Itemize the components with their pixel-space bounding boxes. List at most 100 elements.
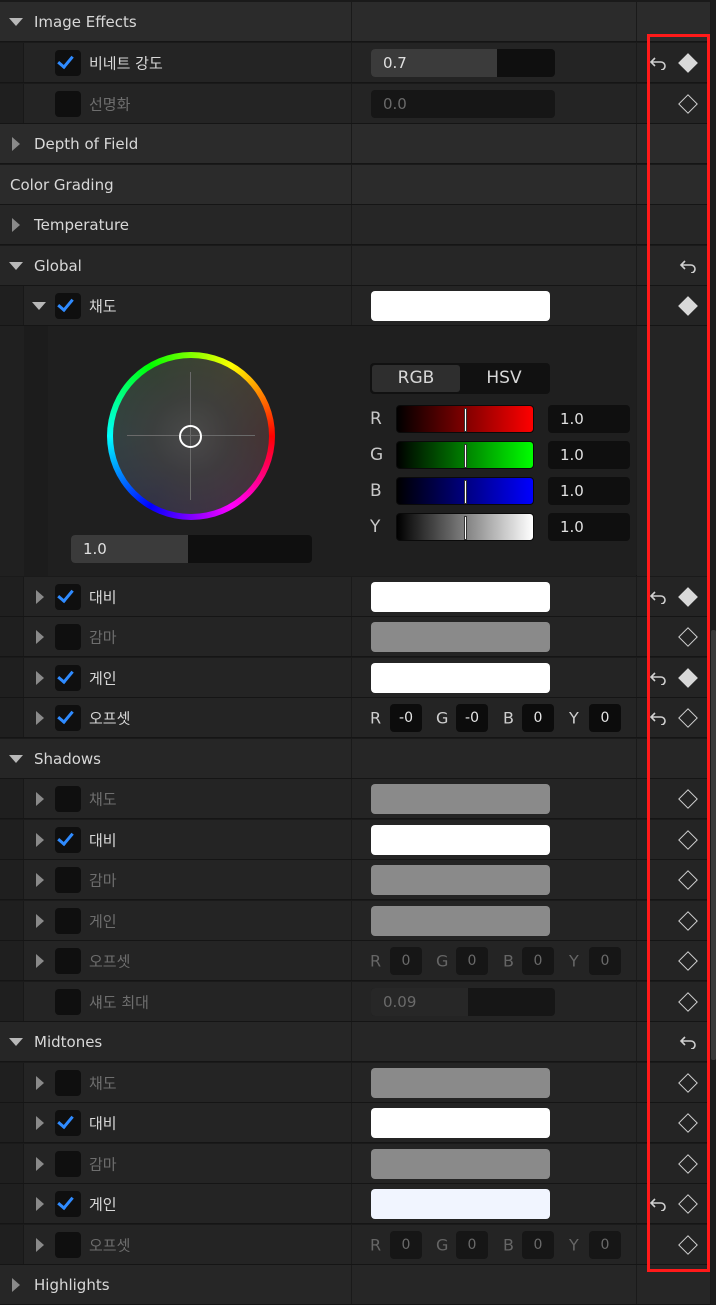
reset-to-default-icon[interactable]	[649, 671, 667, 685]
vignette-checkbox[interactable]	[55, 49, 81, 76]
global-offset-checkbox[interactable]	[55, 704, 81, 731]
channel-value-y[interactable]: 1.0	[548, 513, 630, 541]
expand-arrow-icon[interactable]	[9, 18, 23, 26]
color-swatch[interactable]	[371, 1067, 550, 1098]
midtones-gain-checkbox[interactable]	[55, 1190, 81, 1217]
color-swatch[interactable]	[371, 662, 550, 693]
shadows-saturation-checkbox[interactable]	[55, 785, 81, 812]
expand-arrow-icon[interactable]	[9, 755, 23, 763]
offset-y-field[interactable]: 0	[589, 703, 621, 732]
tab-rgb[interactable]: RGB	[372, 365, 460, 392]
offset-b-field[interactable]: 0	[522, 1230, 554, 1259]
collapse-arrow-icon[interactable]	[36, 590, 44, 604]
color-wheel-handle[interactable]	[179, 425, 202, 448]
channel-value-b[interactable]: 1.0	[548, 477, 630, 505]
reset-to-default-icon[interactable]	[649, 711, 667, 725]
collapse-arrow-icon[interactable]	[12, 218, 20, 232]
reset-to-default-icon[interactable]	[649, 56, 667, 70]
expand-arrow-icon[interactable]	[9, 1038, 23, 1046]
channel-slider-b[interactable]	[396, 477, 534, 505]
shadows-offset-checkbox[interactable]	[55, 947, 81, 974]
global-gamma-checkbox[interactable]	[55, 623, 81, 650]
global-gain-checkbox[interactable]	[55, 664, 81, 691]
color-swatch[interactable]	[371, 905, 550, 936]
offset-b-field[interactable]: 0	[522, 946, 554, 975]
color-swatch[interactable]	[371, 621, 550, 652]
offset-y-field[interactable]: 0	[589, 946, 621, 975]
collapse-arrow-icon[interactable]	[36, 954, 44, 968]
collapse-arrow-icon[interactable]	[36, 1197, 44, 1211]
reset-to-default-icon[interactable]	[679, 1035, 697, 1049]
midtones-saturation-checkbox[interactable]	[55, 1069, 81, 1096]
property-label: 섀도 최대	[89, 993, 149, 1011]
channel-label: G	[436, 1235, 449, 1254]
offset-r-field[interactable]: 0	[390, 1230, 422, 1259]
collapse-arrow-icon[interactable]	[36, 873, 44, 887]
midtones-contrast-checkbox[interactable]	[55, 1109, 81, 1136]
midtones-gamma-checkbox[interactable]	[55, 1150, 81, 1177]
collapse-arrow-icon[interactable]	[36, 914, 44, 928]
offset-g-field[interactable]: -0	[456, 703, 488, 732]
reset-to-default-icon[interactable]	[649, 590, 667, 604]
collapse-arrow-icon[interactable]	[12, 1278, 20, 1292]
shadows-contrast-checkbox[interactable]	[55, 826, 81, 853]
reset-to-default-icon[interactable]	[679, 259, 697, 273]
section-shadows[interactable]: Shadows	[0, 739, 710, 779]
channel-slider-y[interactable]	[396, 513, 534, 541]
collapse-arrow-icon[interactable]	[36, 630, 44, 644]
tab-hsv[interactable]: HSV	[460, 365, 548, 392]
color-wheel[interactable]	[107, 352, 275, 520]
collapse-arrow-icon[interactable]	[12, 137, 20, 151]
collapse-arrow-icon[interactable]	[36, 1076, 44, 1090]
offset-g-field[interactable]: 0	[456, 946, 488, 975]
expand-arrow-icon[interactable]	[9, 262, 23, 270]
color-swatch[interactable]	[371, 1107, 550, 1138]
collapse-arrow-icon[interactable]	[36, 1157, 44, 1171]
section-midtones[interactable]: Midtones	[0, 1022, 710, 1062]
section-global[interactable]: Global	[0, 246, 710, 286]
wheel-value-field[interactable]: 1.0	[71, 535, 312, 563]
global-contrast-checkbox[interactable]	[55, 583, 81, 610]
color-swatch[interactable]	[371, 290, 550, 321]
color-swatch[interactable]	[371, 824, 550, 855]
reset-to-default-icon[interactable]	[649, 1197, 667, 1211]
scrollbar-thumb[interactable]	[711, 630, 716, 1060]
collapse-arrow-icon[interactable]	[36, 711, 44, 725]
offset-r-field[interactable]: -0	[390, 703, 422, 732]
section-depth-of-field[interactable]: Depth of Field	[0, 124, 710, 164]
color-swatch[interactable]	[371, 1148, 550, 1179]
collapse-arrow-icon[interactable]	[36, 1116, 44, 1130]
section-temperature[interactable]: Temperature	[0, 205, 710, 245]
shadows-gain-checkbox[interactable]	[55, 907, 81, 934]
global-saturation-checkbox[interactable]	[55, 292, 81, 319]
offset-y-field[interactable]: 0	[589, 1230, 621, 1259]
section-highlights[interactable]: Highlights	[0, 1265, 710, 1305]
collapse-arrow-icon[interactable]	[36, 792, 44, 806]
sharpen-checkbox[interactable]	[55, 90, 81, 117]
color-swatch[interactable]	[371, 864, 550, 895]
section-image-effects[interactable]: Image Effects	[0, 2, 710, 42]
offset-b-field[interactable]: 0	[522, 703, 554, 732]
offset-r-field[interactable]: 0	[390, 946, 422, 975]
channel-value-g[interactable]: 1.0	[548, 441, 630, 469]
collapse-arrow-icon[interactable]	[36, 671, 44, 685]
color-swatch[interactable]	[371, 581, 550, 612]
expand-arrow-icon[interactable]	[32, 302, 46, 310]
vignette-value-field[interactable]: 0.7	[371, 48, 555, 77]
color-swatch[interactable]	[371, 1188, 550, 1219]
channel-value-r[interactable]: 1.0	[548, 405, 630, 433]
shadows-max-checkbox[interactable]	[55, 988, 81, 1015]
shadows-gamma-checkbox[interactable]	[55, 866, 81, 893]
collapse-arrow-icon[interactable]	[36, 833, 44, 847]
sharpen-value-field[interactable]: 0.0	[371, 89, 555, 118]
collapse-arrow-icon[interactable]	[36, 1238, 44, 1252]
channel-slider-r[interactable]	[396, 405, 534, 433]
color-swatch[interactable]	[371, 783, 550, 814]
shadows-max-value-field[interactable]: 0.09	[371, 987, 555, 1016]
channel-slider-g[interactable]	[396, 441, 534, 469]
section-color-grading[interactable]: Color Grading	[0, 165, 710, 205]
property-row-midtones-gain: 게인	[0, 1184, 710, 1224]
midtones-offset-checkbox[interactable]	[55, 1231, 81, 1258]
vertical-scrollbar[interactable]	[711, 0, 716, 1305]
offset-g-field[interactable]: 0	[456, 1230, 488, 1259]
